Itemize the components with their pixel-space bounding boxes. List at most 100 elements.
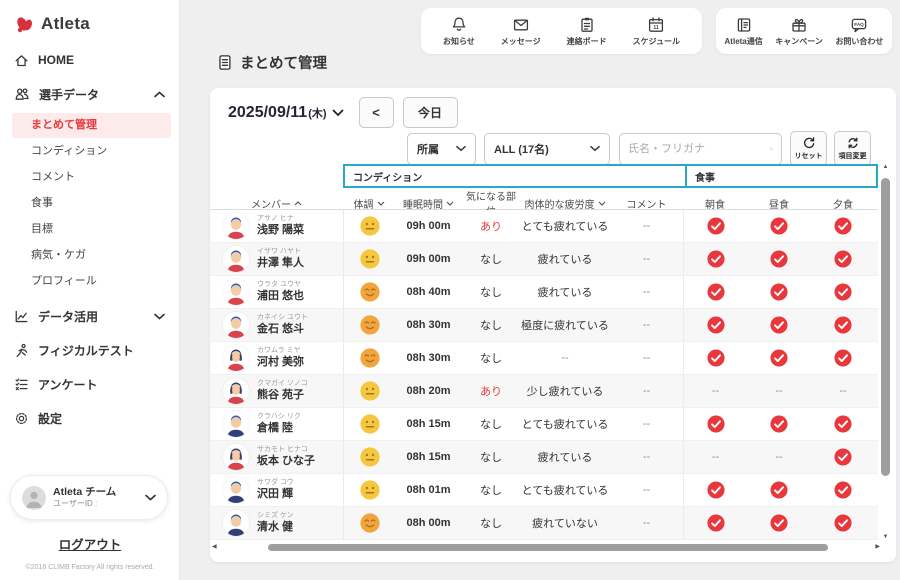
- sidebar-subitem-病気・ケガ[interactable]: 病気・ケガ: [12, 243, 171, 268]
- quick-link[interactable]: メッセージ: [497, 16, 545, 47]
- lunch-cell: [747, 217, 811, 235]
- dinner-cell: [811, 283, 875, 301]
- sleep-time-value: 08h 00m: [395, 517, 462, 529]
- member-cell[interactable]: カワムラ ミヤ 河村 美弥: [210, 345, 343, 371]
- sidebar-subitem-まとめて管理[interactable]: まとめて管理: [12, 113, 171, 138]
- sidebar-item-home[interactable]: HOME: [0, 43, 179, 77]
- vertical-scrollbar-thumb[interactable]: [881, 178, 890, 476]
- mood-neutral-icon: [343, 210, 395, 242]
- breakfast-recorded-check-icon: [707, 283, 725, 301]
- sidebar-item-survey[interactable]: アンケート: [0, 367, 179, 401]
- chevron-down-icon: [590, 145, 600, 152]
- sidebar-item-label: 設定: [38, 410, 62, 427]
- sort-asc-icon: [294, 201, 302, 206]
- sidebar-item-physical-test[interactable]: フィジカルテスト: [0, 333, 179, 367]
- sleep-time-value: 08h 30m: [395, 352, 462, 364]
- member-cell[interactable]: シミズ ケン 清水 健: [210, 510, 343, 536]
- sidebar-item-player-data[interactable]: 選手データ: [0, 77, 179, 111]
- sidebar-subitem-コメント[interactable]: コメント: [12, 165, 171, 190]
- dinner-empty-value: --: [839, 385, 846, 397]
- breakfast-recorded-check-icon: [707, 481, 725, 499]
- quick-link-label: お知らせ: [443, 36, 475, 47]
- comment-value: --: [610, 451, 683, 463]
- today-button[interactable]: 今日: [403, 97, 458, 128]
- horizontal-scrollbar-thumb[interactable]: [268, 544, 828, 551]
- survey-icon: [14, 377, 29, 392]
- scroll-left-arrow[interactable]: ◀: [212, 543, 217, 550]
- chevron-down-icon: [446, 201, 454, 206]
- column-mood-sort[interactable]: 体調: [343, 196, 395, 211]
- member-cell[interactable]: カネイシ ユウト 金石 悠斗: [210, 312, 343, 338]
- scroll-up-arrow[interactable]: ▲: [879, 164, 892, 170]
- date-controls: 2025/09/11(木) < 今日: [228, 97, 458, 128]
- change-items-label: 項目変更: [839, 151, 867, 161]
- change-items-button[interactable]: 項目変更: [834, 131, 871, 166]
- lunch-cell: --: [747, 451, 811, 463]
- user-account-menu[interactable]: Atleta チーム ユーザーID :: [10, 475, 168, 520]
- players-icon: [14, 86, 30, 102]
- column-lunch-text: 昼食: [769, 196, 789, 211]
- member-count-select[interactable]: ALL (17名): [484, 133, 610, 165]
- mood-neutral-icon: [343, 474, 395, 506]
- reset-button[interactable]: リセット: [790, 131, 827, 166]
- member-name: 熊谷 苑子: [257, 389, 308, 403]
- member-avatar: [223, 213, 249, 239]
- lunch-cell: [747, 250, 811, 268]
- scroll-down-arrow[interactable]: ▼: [879, 534, 892, 540]
- member-name: 倉橋 陸: [257, 422, 301, 436]
- sidebar-subitem-プロフィール[interactable]: プロフィール: [12, 269, 171, 294]
- sidebar-item-data-usage[interactable]: データ活用: [0, 299, 179, 333]
- mood-happy-icon: [343, 309, 395, 341]
- chevron-down-icon: [598, 201, 606, 206]
- logout-link[interactable]: ログアウト: [0, 534, 180, 553]
- member-name: 清水 健: [257, 521, 294, 535]
- info-link[interactable]: Atleta通信: [721, 16, 767, 47]
- quick-link-label: スケジュール: [633, 36, 680, 47]
- member-cell[interactable]: アサノ ヒナ 浅野 陽菜: [210, 213, 343, 239]
- quick-links-card: お知らせ メッセージ連絡ボード 11スケジュール: [421, 8, 702, 54]
- concern-value: なし: [462, 251, 520, 267]
- quick-link[interactable]: 連絡ボード: [563, 16, 611, 47]
- quick-link[interactable]: 11スケジュール: [629, 16, 684, 47]
- name-search-input[interactable]: [628, 143, 770, 155]
- column-sleep-sort[interactable]: 睡眠時間: [395, 196, 462, 211]
- chevron-down-icon: [145, 494, 156, 501]
- sidebar-subitem-目標[interactable]: 目標: [12, 217, 171, 242]
- column-fatigue-sort[interactable]: 肉体的な疲労度: [520, 196, 610, 211]
- affiliation-select[interactable]: 所属: [407, 133, 476, 165]
- info-link[interactable]: キャンペーン: [771, 16, 827, 47]
- quick-link[interactable]: お知らせ: [439, 16, 479, 47]
- member-cell[interactable]: ウラタ ユウヤ 浦田 悠也: [210, 279, 343, 305]
- gift-icon: [790, 16, 808, 34]
- breakfast-cell: [683, 408, 747, 440]
- page-title: まとめて管理: [216, 52, 327, 73]
- dinner-cell: [811, 481, 875, 499]
- member-name: 沢田 輝: [257, 488, 294, 502]
- member-avatar: [223, 510, 249, 536]
- sidebar-subitem-コンディション[interactable]: コンディション: [12, 139, 171, 164]
- sidebar: Atleta HOME 選手データ まとめて管理コンディションコメント食事目標病…: [0, 0, 180, 580]
- bell-icon: [450, 16, 468, 34]
- prev-day-button[interactable]: <: [359, 97, 394, 128]
- date-picker[interactable]: 2025/09/11(木): [228, 104, 344, 122]
- info-link[interactable]: FAQお問い合わせ: [831, 16, 887, 47]
- member-cell[interactable]: イザワ ハヤト 井澤 隼人: [210, 246, 343, 272]
- sidebar-item-settings[interactable]: 設定: [0, 401, 179, 435]
- swap-arrows-icon: [846, 136, 860, 150]
- member-cell[interactable]: クマガイ ソノコ 熊谷 苑子: [210, 378, 343, 404]
- horizontal-scrollbar: ◀ ▶: [210, 543, 882, 553]
- sleep-time-value: 08h 40m: [395, 286, 462, 298]
- member-cell[interactable]: サワダ コウ 沢田 輝: [210, 477, 343, 503]
- faq-icon: FAQ: [850, 16, 868, 34]
- lunch-recorded-check-icon: [770, 481, 788, 499]
- scroll-right-arrow[interactable]: ▶: [875, 543, 880, 550]
- column-sleep-label: 睡眠時間: [403, 196, 443, 211]
- sidebar-subitem-食事[interactable]: 食事: [12, 191, 171, 216]
- member-cell[interactable]: クラハシ リク 倉橋 陸: [210, 411, 343, 437]
- info-link-label: Atleta通信: [725, 36, 763, 47]
- column-member-sort[interactable]: メンバー: [210, 196, 343, 211]
- atleta-logo[interactable]: Atleta: [0, 0, 179, 43]
- member-cell[interactable]: サカモト ヒナコ 坂本 ひな子: [210, 444, 343, 470]
- user-name: Atleta チーム: [53, 486, 116, 500]
- breakfast-empty-value: --: [712, 451, 719, 463]
